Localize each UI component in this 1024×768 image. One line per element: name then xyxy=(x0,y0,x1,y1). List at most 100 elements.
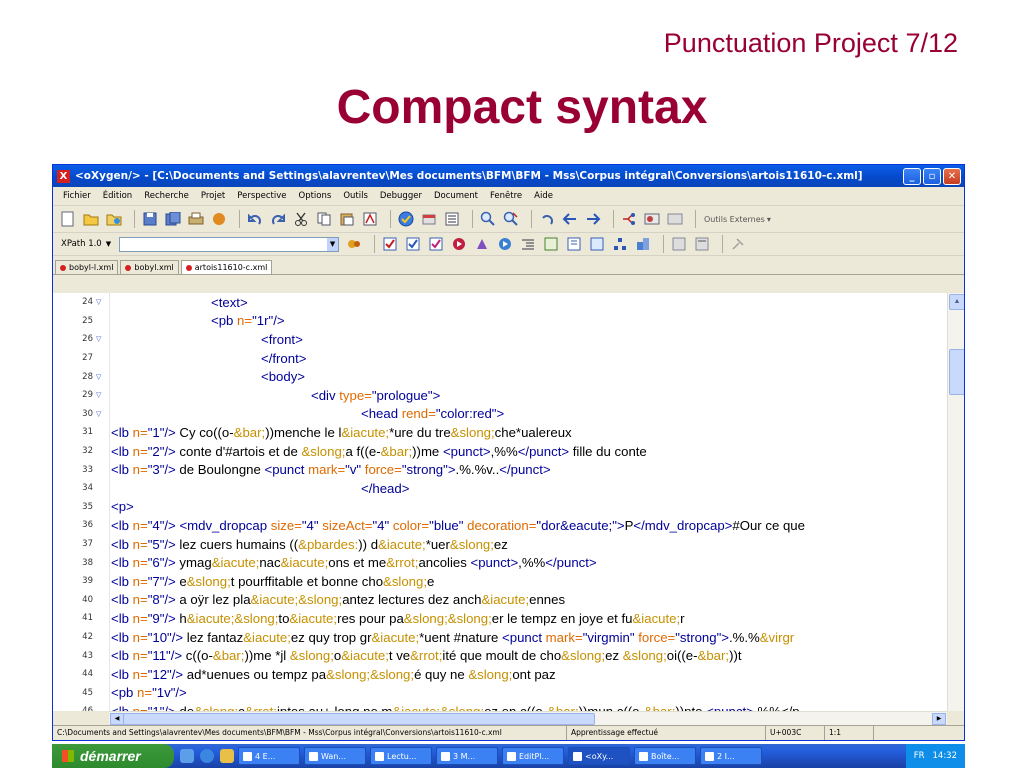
xpath-run-icon[interactable] xyxy=(345,235,363,253)
tab-bobyl-l[interactable]: bobyl-l.xml xyxy=(55,260,119,274)
start-button[interactable]: démarrer xyxy=(52,744,174,768)
save-all-icon[interactable] xyxy=(164,210,182,228)
taskbar-item[interactable]: Wan... xyxy=(304,747,366,765)
menu-aide[interactable]: Aide xyxy=(534,191,553,201)
browser-icon[interactable] xyxy=(200,749,214,763)
open-url-icon[interactable] xyxy=(105,210,123,228)
code-line[interactable]: 41 <lb n="9"/> h&iacute;&slong;to&iacute;… xyxy=(53,609,948,628)
open-folder-icon[interactable] xyxy=(82,210,100,228)
print-icon[interactable] xyxy=(187,210,205,228)
desktop-icon[interactable] xyxy=(180,749,194,763)
author-view-icon[interactable] xyxy=(693,235,711,253)
code-line[interactable]: 38 <lb n="6"/> ymag&iacute;nac&iacute;ons… xyxy=(53,553,948,572)
horizontal-scroll-thumb[interactable] xyxy=(123,713,595,725)
paste-icon[interactable] xyxy=(338,210,356,228)
menu-options[interactable]: Options xyxy=(299,191,332,201)
menu-fichier[interactable]: Fichier xyxy=(63,191,91,201)
code-line[interactable]: 24 ▽ <text> xyxy=(53,293,948,312)
taskbar-item[interactable]: Lectu... xyxy=(370,747,432,765)
chevron-down-icon[interactable]: ▾ xyxy=(767,215,771,224)
code-line[interactable]: 35 <p> xyxy=(53,498,948,517)
taskbar-item-oxygen[interactable]: <oXy... xyxy=(568,747,630,765)
copy-icon[interactable] xyxy=(315,210,333,228)
fold-toggle-icon[interactable]: ▽ xyxy=(93,410,108,418)
code-line[interactable]: 36 <lb n="4"/> <mdv_dropcap size="4" size… xyxy=(53,516,948,535)
code-line[interactable]: 43 <lb n="11"/> c((o-&bar;))me *jl &slong… xyxy=(53,646,948,665)
code-line[interactable]: 28 ▽ <body> xyxy=(53,367,948,386)
code-line[interactable]: 31 <lb n="1"/> Cy co((o-&bar;))menche le … xyxy=(53,423,948,442)
transform-icon[interactable] xyxy=(210,210,228,228)
close-button[interactable]: ✕ xyxy=(943,167,961,185)
menu-fenetre[interactable]: Fenêtre xyxy=(490,191,522,201)
menu-document[interactable]: Document xyxy=(434,191,478,201)
settings-icon[interactable] xyxy=(643,210,661,228)
code-line[interactable]: 25 <pb n="1r"/> xyxy=(53,312,948,331)
taskbar-item[interactable]: 2 I... xyxy=(700,747,762,765)
vertical-scrollbar[interactable]: ▲ xyxy=(947,293,964,711)
format-icon[interactable] xyxy=(361,210,379,228)
horizontal-scrollbar[interactable]: ◀ ▶ xyxy=(109,711,947,725)
code-line[interactable]: 46 <lb n="1"/> de&slong;c&rrot;iptes au+ … xyxy=(53,702,948,711)
menu-outils[interactable]: Outils xyxy=(343,191,368,201)
chevron-down-icon[interactable]: ▼ xyxy=(106,240,111,248)
fold-toggle-icon[interactable]: ▽ xyxy=(93,298,108,306)
history-back-icon[interactable] xyxy=(538,210,556,228)
menu-projet[interactable]: Projet xyxy=(201,191,225,201)
taskbar-item[interactable]: Boîte... xyxy=(634,747,696,765)
panel-icon[interactable] xyxy=(666,210,684,228)
explorer-icon[interactable] xyxy=(220,749,234,763)
grid-icon[interactable] xyxy=(634,235,652,253)
code-line[interactable]: 32 <lb n="2"/> conte d'#artois et de &slo… xyxy=(53,442,948,461)
minimize-button[interactable]: _ xyxy=(903,167,921,185)
schema-icon[interactable] xyxy=(565,235,583,253)
find-icon[interactable] xyxy=(479,210,497,228)
run-transform-icon[interactable] xyxy=(450,235,468,253)
check-wellformed-icon[interactable] xyxy=(381,235,399,253)
code-line[interactable]: 30 ▽ <head rend="color:red"> xyxy=(53,405,948,424)
debug-icon[interactable] xyxy=(420,210,438,228)
cut-icon[interactable] xyxy=(292,210,310,228)
taskbar-item[interactable]: 4 E... xyxy=(238,747,300,765)
outline-icon[interactable] xyxy=(443,210,461,228)
associate-schema-icon[interactable] xyxy=(588,235,606,253)
code-line[interactable]: 37 <lb n="5"/> lez cuers humains ((&pbard… xyxy=(53,535,948,554)
indent-icon[interactable] xyxy=(519,235,537,253)
find-replace-icon[interactable] xyxy=(502,210,520,228)
code-line[interactable]: 29 ▽ <div type="prologue"> xyxy=(53,386,948,405)
xpath-dropdown-icon[interactable]: ▼ xyxy=(327,237,339,251)
code-line[interactable]: 39 <lb n="7"/> e&slong;t pourffitable et … xyxy=(53,572,948,591)
save-icon[interactable] xyxy=(141,210,159,228)
menu-recherche[interactable]: Recherche xyxy=(144,191,189,201)
scroll-up-icon[interactable]: ▲ xyxy=(949,294,964,310)
tab-bobyl[interactable]: bobyl.xml xyxy=(120,260,179,274)
code-line[interactable]: 26 ▽ <front> xyxy=(53,330,948,349)
pin-icon[interactable] xyxy=(729,235,747,253)
code-line[interactable]: 40 <lb n="8"/> a oÿr lez pla&iacute;&slon… xyxy=(53,591,948,610)
validate-doc-icon[interactable] xyxy=(404,235,422,253)
validate-icon[interactable] xyxy=(397,210,415,228)
fold-toggle-icon[interactable]: ▽ xyxy=(93,373,108,381)
code-line[interactable]: 27 </front> xyxy=(53,349,948,368)
back-arrow-icon[interactable] xyxy=(561,210,579,228)
xpath-version-select[interactable]: XPath 1.0 xyxy=(61,239,102,249)
code-line[interactable]: 42 <lb n="10"/> lez fantaz&iacute;ez quy … xyxy=(53,628,948,647)
code-line[interactable]: 45 <pb n="1v"/> xyxy=(53,684,948,703)
vertical-scroll-thumb[interactable] xyxy=(949,349,964,395)
forward-arrow-icon[interactable] xyxy=(584,210,602,228)
xpath-input[interactable]: ▼ xyxy=(119,236,340,252)
scroll-right-icon[interactable]: ▶ xyxy=(932,713,946,725)
code-line[interactable]: 44 <lb n="12"/> ad*uenues ou tempz pa&slo… xyxy=(53,665,948,684)
new-file-icon[interactable] xyxy=(59,210,77,228)
menu-perspective[interactable]: Perspective xyxy=(237,191,286,201)
scroll-left-icon[interactable]: ◀ xyxy=(110,713,124,725)
maximize-button[interactable]: ▫ xyxy=(923,167,941,185)
validate-schema-icon[interactable] xyxy=(427,235,445,253)
tree-icon[interactable] xyxy=(620,210,638,228)
text-view-icon[interactable] xyxy=(670,235,688,253)
fold-toggle-icon[interactable]: ▽ xyxy=(93,391,108,399)
debug-transform-icon[interactable] xyxy=(496,235,514,253)
fold-toggle-icon[interactable]: ▽ xyxy=(93,335,108,343)
code-line[interactable]: 33 <lb n="3"/> de Boulongne <punct mark="… xyxy=(53,460,948,479)
taskbar-item[interactable]: EditPl... xyxy=(502,747,564,765)
code-editor[interactable]: 24 ▽ <text> 25 <pb n="1r"/> 26 ▽ <front> 27 </fro… xyxy=(53,293,948,711)
